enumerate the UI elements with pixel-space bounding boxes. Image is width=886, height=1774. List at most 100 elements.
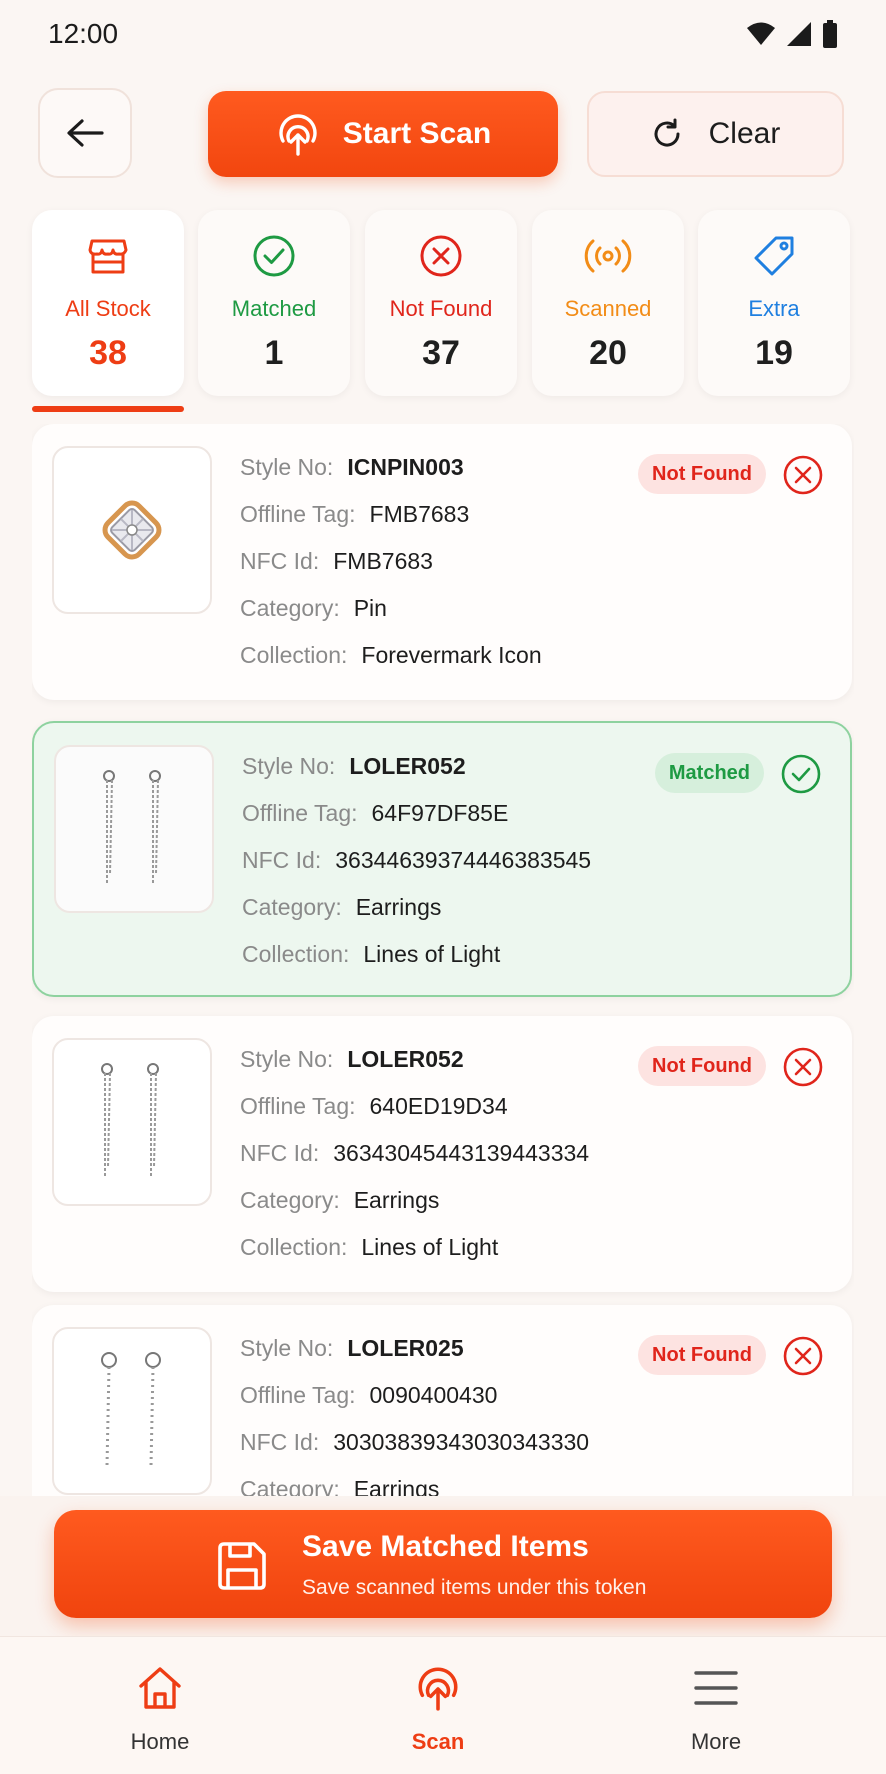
nav-home[interactable]: Home — [80, 1661, 240, 1755]
offline-tag-row: Offline Tag: 640ED19D34 — [240, 1093, 589, 1140]
scan-icon — [279, 114, 317, 156]
stat-value: 1 — [264, 334, 284, 372]
collection-value: Lines of Light — [363, 941, 501, 967]
offline-tag-row: Offline Tag: 0090400430 — [240, 1382, 589, 1429]
product-image — [52, 446, 212, 614]
item-card[interactable]: Style No: LOLER025 Offline Tag: 0090400430… — [32, 1305, 852, 1496]
earrings-image — [103, 770, 161, 884]
offline-tag-value: 64F97DF85E — [371, 800, 509, 826]
tab-all-stock[interactable]: All Stock 38 — [32, 210, 184, 412]
item-details: Style No: ICNPIN003 Offline Tag: FMB7683 N… — [240, 454, 542, 689]
style-no-value: LOLER025 — [347, 1335, 464, 1361]
nav-scan[interactable]: Scan — [358, 1661, 518, 1755]
start-scan-button[interactable]: Start Scan — [208, 91, 558, 177]
nfc-id-value: 36344639374446383545 — [335, 847, 592, 873]
stat-value: 20 — [589, 334, 627, 372]
status-badge: Not Found — [638, 1046, 766, 1086]
collection-label: Collection: — [240, 642, 348, 668]
category-row: Category: Earrings — [240, 1476, 589, 1496]
scan-screen: 12:00 Start Scan Clear All Stock 38 Matc… — [0, 0, 886, 1774]
nav-label: Scan — [411, 1729, 465, 1754]
save-title: Save Matched Items — [302, 1530, 589, 1563]
x-circle-icon[interactable] — [782, 1335, 824, 1377]
collection-value: Lines of Light — [361, 1234, 499, 1260]
collection-row: Collection: Lines of Light — [240, 1234, 589, 1281]
offline-tag-value: 0090400430 — [369, 1382, 498, 1408]
x-circle-icon[interactable] — [782, 1046, 824, 1088]
category-label: Category: — [240, 1187, 340, 1213]
item-details: Style No: LOLER025 Offline Tag: 0090400430… — [240, 1335, 589, 1496]
item-card[interactable]: Style No: ICNPIN003 Offline Tag: FMB7683 N… — [32, 424, 852, 700]
item-details: Style No: LOLER052 Offline Tag: 640ED19D34… — [240, 1046, 589, 1281]
style-no-label: Style No: — [240, 1046, 334, 1072]
style-no-label: Style No: — [240, 1335, 334, 1361]
collection-label: Collection: — [242, 941, 350, 967]
nav-more[interactable]: More — [636, 1661, 796, 1755]
product-image — [52, 1327, 212, 1495]
nfc-id-label: NFC Id: — [240, 1429, 320, 1455]
earrings-image — [101, 1063, 159, 1177]
product-image — [52, 1038, 212, 1206]
start-scan-label: Start Scan — [342, 117, 492, 150]
stat-label: Extra — [748, 296, 800, 321]
tab-extra[interactable]: Extra 19 — [698, 210, 850, 396]
category-row: Category: Earrings — [240, 1187, 589, 1234]
category-value: Earrings — [355, 894, 442, 920]
stat-value: 19 — [755, 334, 793, 372]
stat-label: Matched — [231, 296, 317, 321]
category-row: Category: Earrings — [242, 894, 591, 941]
category-row: Category: Pin — [240, 595, 542, 642]
nfc-id-label: NFC Id: — [240, 548, 320, 574]
radar-icon — [532, 232, 684, 280]
status-icons — [746, 20, 838, 48]
scan-icon — [358, 1661, 518, 1715]
style-no-value: LOLER052 — [347, 1046, 464, 1072]
nfc-id-label: NFC Id: — [240, 1140, 320, 1166]
offline-tag-value: 640ED19D34 — [369, 1093, 508, 1119]
check-circle-icon — [198, 232, 350, 280]
clear-label: Clear — [708, 117, 781, 150]
tab-not-found[interactable]: Not Found 37 — [365, 210, 517, 396]
offline-tag-label: Offline Tag: — [242, 800, 358, 826]
status-badge: Not Found — [638, 1335, 766, 1375]
offline-tag-label: Offline Tag: — [240, 1093, 356, 1119]
store-icon — [32, 232, 184, 280]
item-card[interactable]: Style No: LOLER052 Offline Tag: 640ED19D34… — [32, 1016, 852, 1292]
nfc-id-value: 30303839343030343330 — [333, 1429, 590, 1455]
item-list[interactable]: Style No: ICNPIN003 Offline Tag: FMB7683 N… — [32, 424, 854, 1496]
tab-matched[interactable]: Matched 1 — [198, 210, 350, 396]
item-details: Style No: LOLER052 Offline Tag: 64F97DF85E… — [242, 753, 591, 988]
item-card-matched[interactable]: Style No: LOLER052 Offline Tag: 64F97DF85E… — [32, 721, 852, 997]
style-no-row: Style No: LOLER052 — [242, 753, 591, 800]
category-value: Pin — [353, 595, 387, 621]
x-circle-icon[interactable] — [782, 454, 824, 496]
stat-value: 38 — [89, 334, 127, 372]
nfc-id-row: NFC Id: 36344639374446383545 — [242, 847, 591, 894]
stat-label: Scanned — [564, 296, 652, 321]
tab-scanned[interactable]: Scanned 20 — [532, 210, 684, 396]
floral-earrings-image — [101, 1352, 161, 1467]
style-no-value: LOLER052 — [349, 753, 466, 779]
clear-button[interactable]: Clear — [587, 91, 844, 177]
status-time: 12:00 — [48, 18, 119, 49]
battery-icon — [823, 20, 837, 48]
style-no-value: ICNPIN003 — [347, 454, 464, 480]
menu-icon — [636, 1661, 796, 1715]
collection-row: Collection: Lines of Light — [242, 941, 591, 988]
top-action-row: Start Scan Clear — [0, 88, 886, 178]
product-image — [54, 745, 214, 913]
save-matched-button[interactable]: Save Matched Items Save scanned items un… — [54, 1510, 832, 1618]
check-circle-icon[interactable] — [780, 753, 822, 795]
offline-tag-value: FMB7683 — [369, 501, 470, 527]
save-subtitle: Save scanned items under this token — [302, 1576, 647, 1599]
x-circle-icon — [365, 232, 517, 280]
nfc-id-row: NFC Id: 30303839343030343330 — [240, 1429, 589, 1476]
nfc-id-value: FMB7683 — [333, 548, 433, 574]
back-button[interactable] — [38, 88, 132, 178]
style-no-row: Style No: LOLER025 — [240, 1335, 589, 1382]
stat-label: All Stock — [65, 296, 151, 321]
offline-tag-row: Offline Tag: FMB7683 — [240, 501, 542, 548]
status-badge: Not Found — [638, 454, 766, 494]
stat-value: 37 — [422, 334, 460, 372]
style-no-row: Style No: LOLER052 — [240, 1046, 589, 1093]
